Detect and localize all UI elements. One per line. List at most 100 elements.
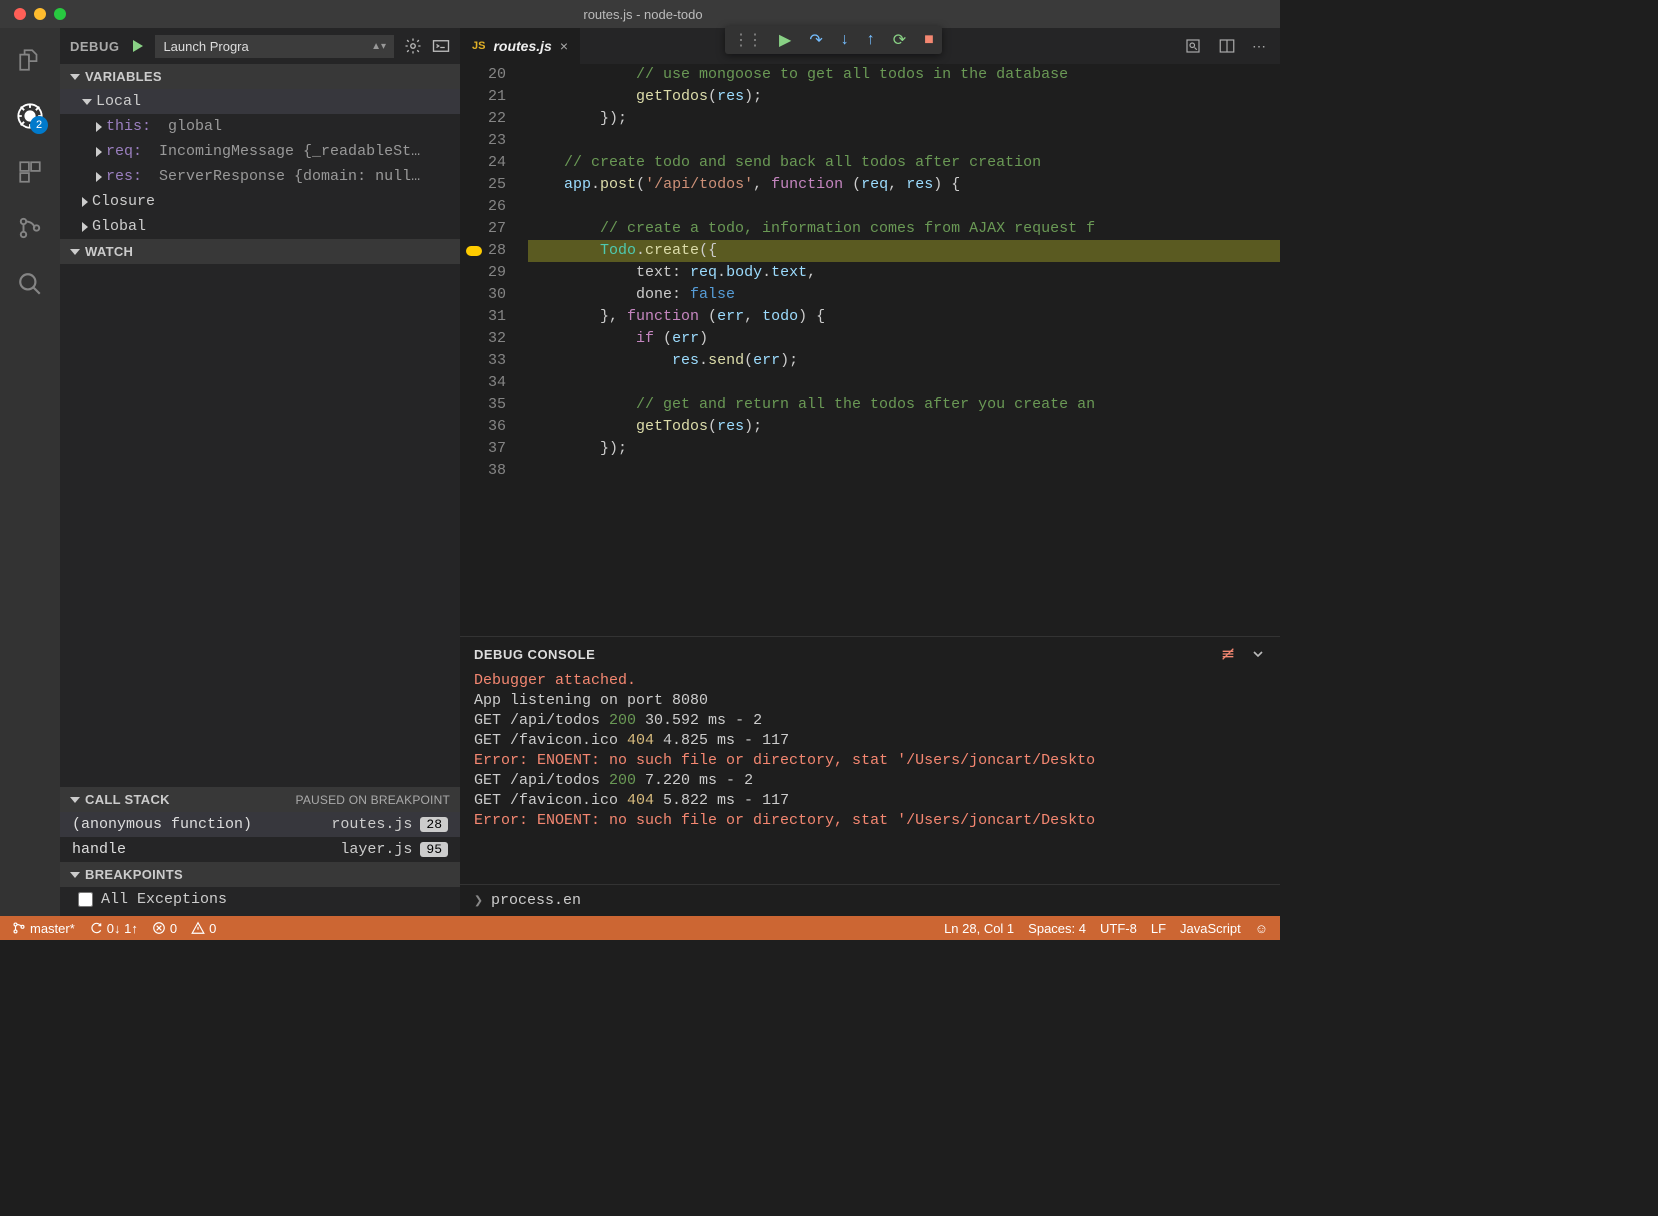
chevron-right-icon (82, 197, 88, 207)
step-out-button[interactable]: ↑ (867, 31, 875, 49)
branch-name: master* (30, 921, 75, 936)
status-cursor-pos[interactable]: Ln 28, Col 1 (944, 921, 1014, 936)
variable-req[interactable]: req: IncomingMessage {_readableSt… (60, 139, 460, 164)
status-errors[interactable]: 0 (152, 921, 177, 936)
find-in-file-icon[interactable] (1184, 37, 1202, 55)
variables-scope-closure[interactable]: Closure (60, 189, 460, 214)
chevron-down-icon (82, 99, 92, 105)
stack-line: 95 (420, 842, 448, 857)
chevron-right-icon (96, 122, 102, 132)
scope-closure-label: Closure (92, 193, 155, 210)
clear-console-icon[interactable] (1220, 646, 1236, 662)
variable-name: req: (106, 143, 142, 160)
split-editor-icon[interactable] (1218, 37, 1236, 55)
status-sync[interactable]: 0↓ 1↑ (89, 921, 138, 936)
source-control-icon[interactable] (16, 214, 44, 242)
scope-global-label: Global (92, 218, 146, 235)
titlebar: routes.js - node-todo (0, 0, 1280, 28)
watch-label: WATCH (85, 244, 133, 259)
chevron-right-icon (96, 147, 102, 157)
breakpoints-section-header[interactable]: BREAKPOINTS (60, 862, 460, 887)
code-editor[interactable]: 20212223242526272829303132333435363738 /… (460, 64, 1280, 636)
debug-console-toggle-icon[interactable] (432, 39, 450, 53)
launch-config-label: Launch Progra (163, 39, 248, 54)
tab-routes-js[interactable]: JS routes.js × (460, 28, 581, 64)
chevron-right-icon (82, 222, 88, 232)
stack-line: 28 (420, 817, 448, 832)
stop-button[interactable]: ■ (924, 31, 934, 49)
breakpoint-all-exceptions[interactable]: All Exceptions (60, 887, 460, 912)
callstack-section-header[interactable]: CALL STACK PAUSED ON BREAKPOINT (60, 787, 460, 812)
variable-name: res: (106, 168, 142, 185)
stack-frame[interactable]: handle layer.js 95 (60, 837, 460, 862)
continue-button[interactable]: ▶ (779, 30, 791, 50)
gear-icon[interactable] (404, 37, 422, 55)
status-warnings[interactable]: 0 (191, 921, 216, 936)
debug-badge: 2 (30, 116, 48, 134)
launch-config-select[interactable]: Launch Progra ▲▾ (155, 35, 394, 58)
stack-function: handle (72, 841, 332, 858)
watch-section-body[interactable] (60, 264, 460, 787)
breakpoint-marker-icon[interactable] (466, 246, 482, 256)
explorer-icon[interactable] (16, 46, 44, 74)
js-file-icon: JS (472, 40, 485, 52)
sync-count: 0↓ 1↑ (107, 921, 138, 936)
variable-this[interactable]: this: global (60, 114, 460, 139)
stack-file: layer.js (340, 841, 412, 858)
drag-handle-icon[interactable]: ⋮⋮ (733, 30, 761, 50)
status-eol[interactable]: LF (1151, 921, 1166, 936)
step-over-button[interactable]: ↷ (809, 30, 822, 50)
panel-title[interactable]: DEBUG CONSOLE (474, 647, 595, 662)
breakpoints-label: BREAKPOINTS (85, 867, 183, 882)
start-debug-button[interactable] (129, 38, 145, 54)
close-window-icon[interactable] (14, 8, 26, 20)
debug-icon[interactable]: 2 (16, 102, 44, 130)
repl-input[interactable]: process.en (491, 892, 581, 909)
close-tab-icon[interactable]: × (560, 38, 568, 54)
status-language[interactable]: JavaScript (1180, 921, 1241, 936)
variables-scope-local[interactable]: Local (60, 89, 460, 114)
breakpoint-checkbox[interactable] (78, 892, 93, 907)
debug-panel: DEBUG CONSOLE Debugger attached.App list… (460, 636, 1280, 916)
window-traffic-lights (14, 8, 66, 20)
search-icon[interactable] (16, 270, 44, 298)
panel-chevron-down-icon[interactable] (1250, 646, 1266, 662)
debug-toolbar[interactable]: ⋮⋮ ▶ ↷ ↓ ↑ ⟳ ■ (725, 26, 942, 54)
variables-scope-global[interactable]: Global (60, 214, 460, 239)
code-body[interactable]: // use mongoose to get all todos in the … (528, 64, 1280, 636)
chevron-right-icon (96, 172, 102, 182)
more-actions-icon[interactable]: ⋯ (1252, 38, 1266, 55)
status-indent[interactable]: Spaces: 4 (1028, 921, 1086, 936)
feedback-icon[interactable]: ☺ (1255, 921, 1268, 936)
variables-section-header[interactable]: VARIABLES (60, 64, 460, 89)
status-branch[interactable]: master* (12, 921, 75, 936)
tab-filename: routes.js (493, 38, 551, 54)
chevron-down-icon (70, 74, 80, 80)
repl-input-row[interactable]: ❯ process.en (460, 884, 1280, 916)
repl-prompt-icon: ❯ (474, 891, 483, 910)
debug-sidebar: DEBUG Launch Progra ▲▾ VARIABLES Local (60, 28, 460, 916)
restart-button[interactable]: ⟳ (893, 30, 906, 50)
status-encoding[interactable]: UTF-8 (1100, 921, 1137, 936)
step-into-button[interactable]: ↓ (841, 31, 849, 49)
callstack-label: CALL STACK (85, 792, 170, 807)
console-output[interactable]: Debugger attached.App listening on port … (460, 671, 1280, 884)
sidebar-title: DEBUG (70, 39, 119, 54)
variable-value: ServerResponse {domain: null… (159, 168, 420, 185)
chevron-down-icon (70, 872, 80, 878)
watch-section-header[interactable]: WATCH (60, 239, 460, 264)
variable-name: this: (106, 118, 151, 135)
line-gutter: 20212223242526272829303132333435363738 (460, 64, 528, 636)
callstack-status: PAUSED ON BREAKPOINT (296, 793, 450, 807)
editor-group: JS routes.js × ⋮⋮ ▶ ↷ ↓ ↑ ⟳ ■ ⋯ (460, 28, 1280, 916)
extensions-icon[interactable] (16, 158, 44, 186)
variable-value: global (168, 118, 222, 135)
zoom-window-icon[interactable] (54, 8, 66, 20)
variable-value: IncomingMessage {_readableSt… (159, 143, 420, 160)
stack-frame[interactable]: (anonymous function) routes.js 28 (60, 812, 460, 837)
window-title: routes.js - node-todo (66, 7, 1220, 22)
minimize-window-icon[interactable] (34, 8, 46, 20)
stack-file: routes.js (331, 816, 412, 833)
variable-res[interactable]: res: ServerResponse {domain: null… (60, 164, 460, 189)
status-bar: master* 0↓ 1↑ 0 0 Ln 28, Col 1 Spaces: 4… (0, 916, 1280, 940)
